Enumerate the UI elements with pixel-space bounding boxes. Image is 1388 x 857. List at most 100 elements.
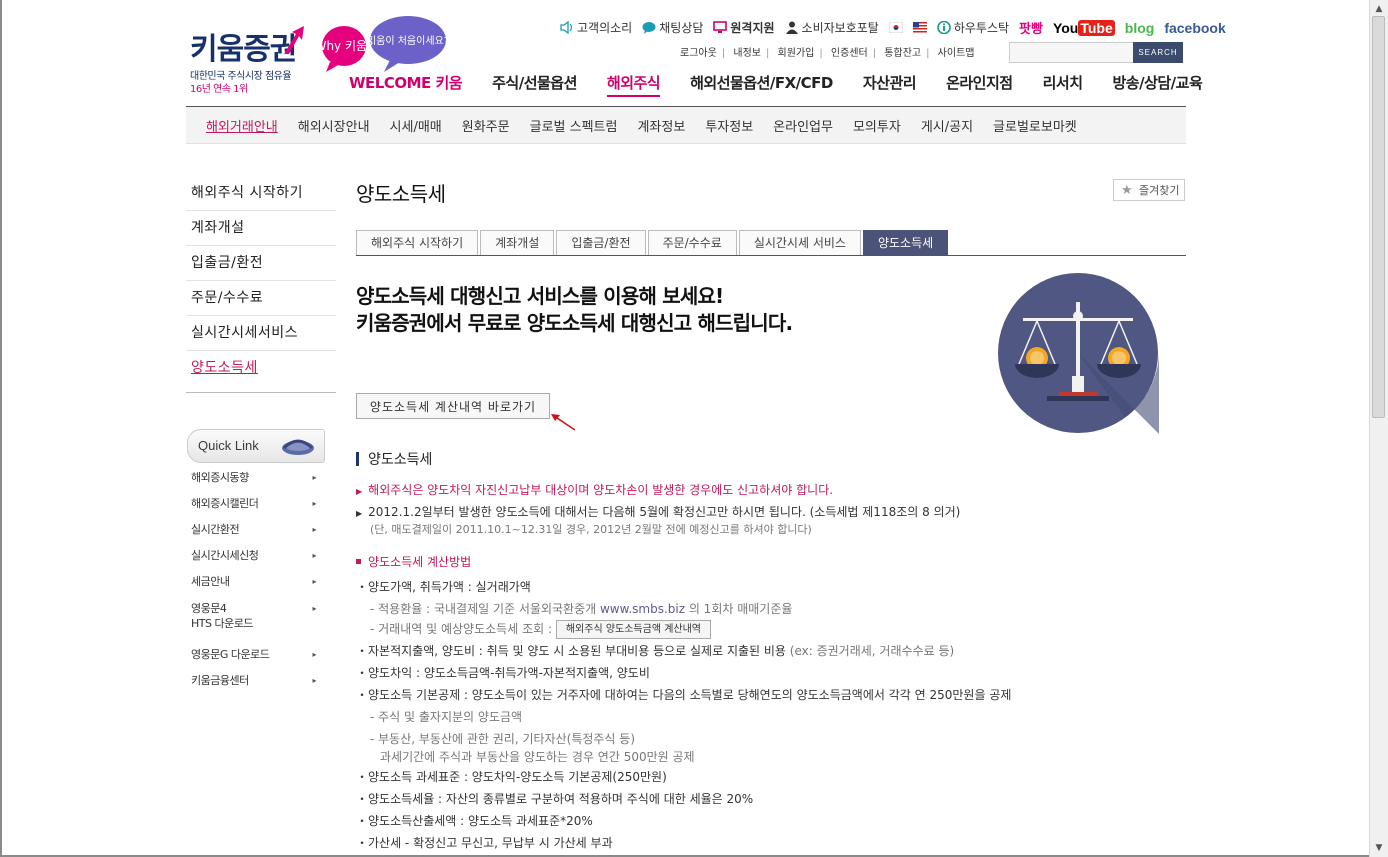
telephone-icon <box>282 439 314 455</box>
scroll-up-icon[interactable]: ▲ <box>1373 3 1385 15</box>
util-remote[interactable]: 원격지원 <box>713 19 775 36</box>
quick-link-item[interactable]: 해외증시동향 ▸ <box>191 466 326 492</box>
headline: 양도소득세 대행신고 서비스를 이용해 보세요! 키움증권에서 무료로 양도소득… <box>356 284 793 335</box>
chat-icon <box>642 22 656 34</box>
tab-order[interactable]: 주문/수수료 <box>647 230 737 255</box>
calc-line-4c: 과세기간에 주식과 부동산을 양도하는 경우 연간 500만원 공제 <box>380 750 695 764</box>
welcome-bubbles-banner[interactable]: Why 키움? 키움이 처음이세요? <box>320 14 450 74</box>
bubble-why-text: Why 키움? <box>320 39 373 53</box>
section-bar-icon <box>356 452 359 466</box>
kiwoom-logo[interactable]: 키움증권 대한민국 주식시장 점유율 16년 연속 1위 <box>190 24 304 96</box>
quick-link-item[interactable]: 키움금융센터 ▸ <box>191 669 326 695</box>
quick-link-item[interactable]: 세금안내 ▸ <box>191 570 326 596</box>
util-howto[interactable]: 하우투스탁 <box>937 19 1009 36</box>
main-nav: WELCOME 키움 주식/선물옵션 해외주식 해외선물옵션/FX/CFD 자산… <box>349 72 1203 97</box>
side-item-realtime[interactable]: 실시간시세서비스 <box>186 316 336 351</box>
gnb-welcome[interactable]: WELCOME 키움 <box>349 72 463 97</box>
link-divider: | <box>765 48 770 59</box>
sub-nav: 해외거래안내 해외시장안내 시세/매매 원화주문 글로벌 스펙트럼 계좌정보 투… <box>186 107 1186 144</box>
search-button[interactable]: SEARCH <box>1133 42 1183 63</box>
chevron-right-icon: ▸ <box>312 650 316 659</box>
scrollbar-thumb[interactable] <box>1372 16 1385 418</box>
lang-english-flag-icon[interactable] <box>912 22 927 33</box>
person-icon <box>785 21 798 34</box>
ppang-link[interactable]: 팟빵 <box>1019 18 1043 37</box>
tab-tax[interactable]: 양도소득세 <box>862 230 949 255</box>
logo-arrow-icon <box>284 26 304 54</box>
gnb-research[interactable]: 리서치 <box>1043 72 1083 97</box>
gnb-overseas-stock[interactable]: 해외주식 <box>606 72 661 97</box>
page-title: 양도소득세 <box>356 182 446 206</box>
notice-1: ▶ 해외주식은 양도차익 자진신고납부 대상이며 양도차손이 발생한 경우에도 신… <box>356 483 834 497</box>
side-item-account[interactable]: 계좌개설 <box>186 211 336 246</box>
tax-history-button[interactable]: 양도소득세 계산내역 바로가기 <box>356 393 550 419</box>
vertical-scrollbar[interactable]: ▲ ▼ <box>1369 0 1388 857</box>
favorite-button[interactable]: ★ 즐겨찾기 <box>1113 179 1185 201</box>
calc-history-button[interactable]: 해외주식 양도소득금액 계산내역 <box>555 620 712 639</box>
gnb-asset[interactable]: 자산관리 <box>863 72 917 97</box>
side-item-order[interactable]: 주문/수수료 <box>186 281 336 316</box>
tab-start[interactable]: 해외주식 시작하기 <box>356 230 479 255</box>
lnb-account-info[interactable]: 계좌정보 <box>637 116 685 135</box>
link-divider: | <box>926 48 930 59</box>
lnb-quote-trade[interactable]: 시세/매매 <box>390 116 442 135</box>
youtube-link[interactable]: You Tube <box>1053 19 1115 36</box>
lnb-trade-guide[interactable]: 해외거래안내 <box>206 116 278 135</box>
info-circle-icon <box>937 21 951 34</box>
calc-line-1: ・양도가액, 취득가액 : 실거래가액 <box>356 580 531 594</box>
lnb-global-spectrum[interactable]: 글로벌 스펙트럼 <box>530 116 618 135</box>
lnb-mock-invest[interactable]: 모의투자 <box>853 116 901 135</box>
lnb-robo-market[interactable]: 글로벌로보마켓 <box>993 116 1077 135</box>
gnb-overseas-futures[interactable]: 해외선물옵션/FX/CFD <box>690 72 833 97</box>
calc-line-4b: - 부동산, 부동산에 관한 권리, 기타자산(특정주식 등) <box>370 732 636 746</box>
calc-line-4a: - 주식 및 출자지분의 양도금액 <box>370 710 523 724</box>
red-arrow-icon <box>551 414 576 431</box>
lnb-invest-info[interactable]: 투자정보 <box>705 116 753 135</box>
content-tabs: 해외주식 시작하기 계좌개설 입출금/환전 주문/수수료 실시간시세 서비스 양… <box>356 230 950 255</box>
lang-korean-flag-icon[interactable] <box>888 22 903 33</box>
join-link[interactable]: 회원가입 <box>778 48 815 59</box>
quick-link-item[interactable]: 실시간환전 ▸ <box>191 518 326 544</box>
monitor-icon <box>713 21 728 33</box>
balance-link[interactable]: 통합잔고 <box>884 48 921 59</box>
quick-link-item[interactable]: 해외증시캘린더 ▸ <box>191 492 326 518</box>
util-chat[interactable]: 채팅상담 <box>642 19 703 36</box>
sitemap-link[interactable]: 사이트맵 <box>938 48 975 59</box>
facebook-link[interactable]: facebook <box>1164 20 1225 36</box>
bubble-first-text: 키움이 처음이세요? <box>367 35 449 47</box>
cert-link[interactable]: 인증센터 <box>831 48 868 59</box>
quick-link-item[interactable]: 실시간시세신청 ▸ <box>191 544 326 570</box>
chevron-right-icon: ▸ <box>312 473 316 482</box>
triangle-bullet-icon: ▶ <box>356 509 363 518</box>
calc-title: 양도소득세 계산방법 <box>356 553 471 570</box>
quick-link-item[interactable]: 영웅문G 다운로드 ▸ <box>191 643 326 669</box>
lnb-market-guide[interactable]: 해외시장안내 <box>298 116 370 135</box>
side-item-start[interactable]: 해외주식 시작하기 <box>186 176 336 211</box>
logout-link[interactable]: 로그아웃 <box>680 48 717 59</box>
lnb-krw-order[interactable]: 원화주문 <box>462 116 510 135</box>
tab-account[interactable]: 계좌개설 <box>480 230 555 255</box>
chevron-right-icon: ▸ <box>312 525 316 534</box>
scroll-down-icon[interactable]: ▼ <box>1373 842 1385 854</box>
side-item-deposit[interactable]: 입출금/환전 <box>186 246 336 281</box>
side-item-tax[interactable]: 양도소득세 <box>186 351 336 385</box>
lnb-board[interactable]: 게시/공지 <box>921 116 973 135</box>
myinfo-link[interactable]: 내정보 <box>733 48 761 59</box>
blog-link[interactable]: blog <box>1125 20 1155 36</box>
util-consumer[interactable]: 소비자보호포탈 <box>785 19 879 36</box>
util-voice[interactable]: 고객의소리 <box>560 19 632 36</box>
gnb-online-branch[interactable]: 온라인지점 <box>946 72 1013 97</box>
tab-divider <box>356 255 1186 256</box>
gnb-broadcast[interactable]: 방송/상담/교육 <box>1113 72 1203 97</box>
utility-bar: 고객의소리 채팅상담 원격지원 소비자보호포탈 하우투스탁 팟빵 You Tube… <box>560 18 1226 37</box>
calc-line-1a: - 적용환율 : 국내결제일 기준 서울외국환중개 www.smbs.biz 의… <box>370 602 793 616</box>
smbs-link[interactable]: www.smbs.biz <box>600 602 685 616</box>
gnb-stock-futures[interactable]: 주식/선물옵션 <box>492 72 577 97</box>
tab-deposit[interactable]: 입출금/환전 <box>556 230 646 255</box>
search-input[interactable]: SEARCH <box>1009 42 1183 63</box>
notice-2: ▶ 2012.1.2일부터 발생한 양도소득에 대해서는 다음해 5월에 확정신고… <box>356 505 961 519</box>
quick-link-item[interactable]: 영웅문4 HTS 다운로드 ▸ <box>191 596 326 643</box>
lnb-online-work[interactable]: 온라인업무 <box>773 116 833 135</box>
star-icon: ★ <box>1121 183 1133 198</box>
tab-realtime[interactable]: 실시간시세 서비스 <box>738 230 861 255</box>
